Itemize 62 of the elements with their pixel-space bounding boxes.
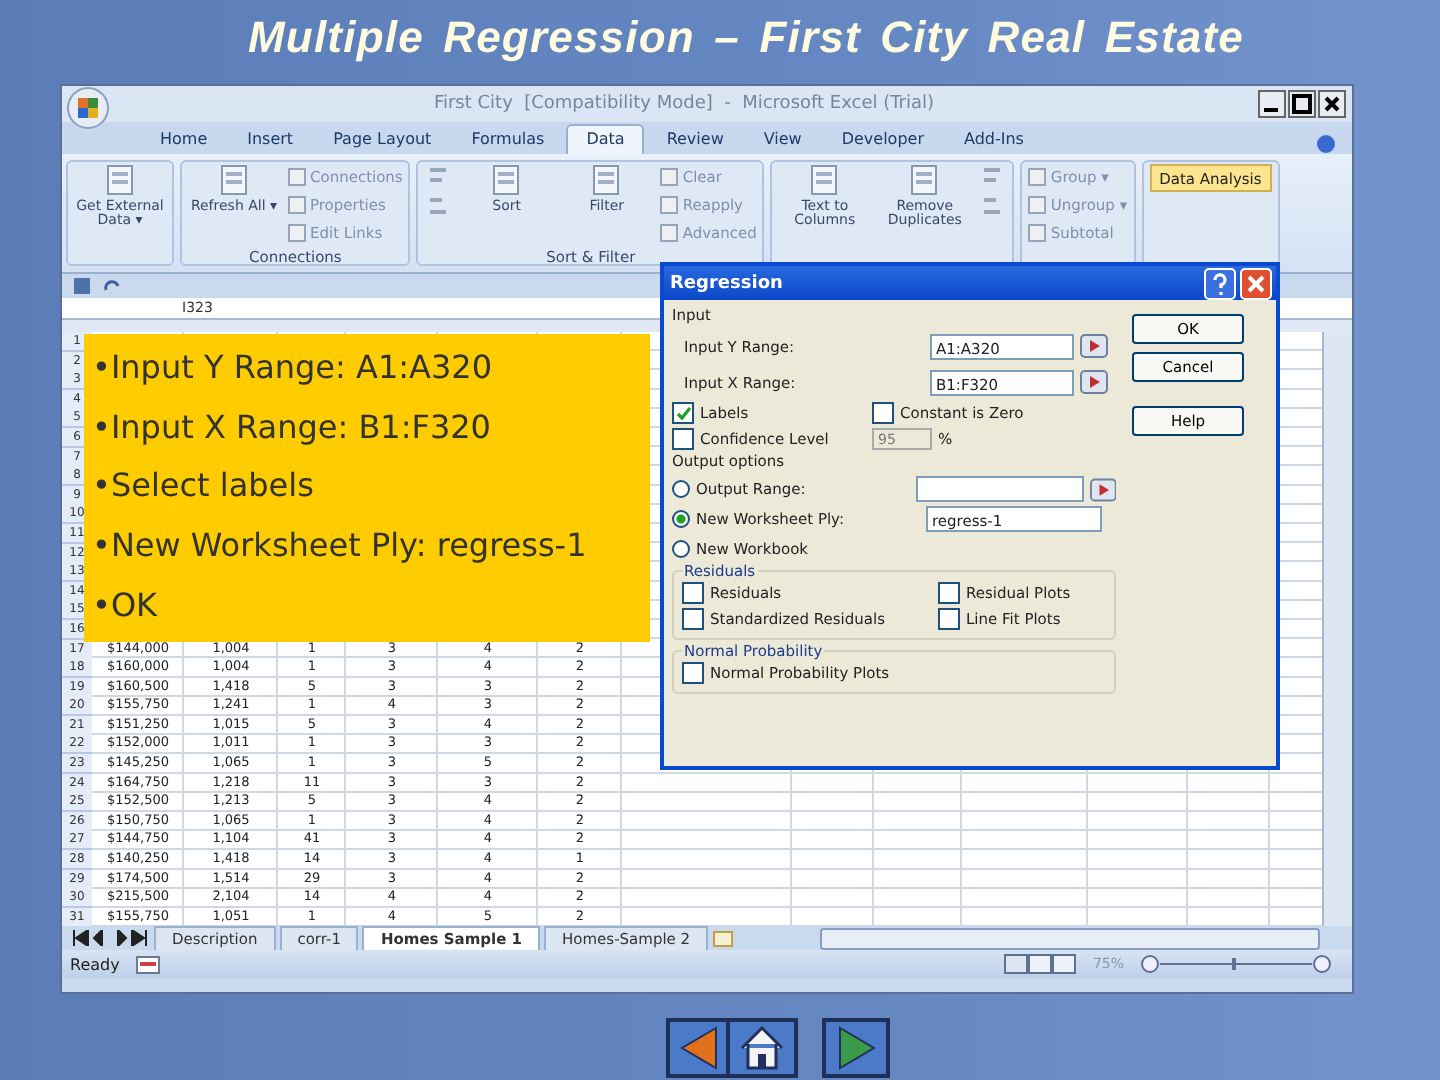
note-text: •OK [92,585,160,624]
zoom-slider-icon[interactable] [1140,954,1332,974]
status-text: Ready [70,955,120,973]
maximize-icon[interactable] [1288,90,1316,118]
checkbox[interactable] [682,662,704,684]
checkbox[interactable] [938,608,960,630]
undo-icon[interactable] [102,278,122,294]
confidence-checkbox[interactable] [672,428,694,450]
square-icon [288,168,306,186]
labels-checkbox[interactable] [672,402,694,424]
document-icon [218,164,250,196]
ribbon-tab[interactable]: Page Layout [315,126,450,154]
output-field[interactable] [915,476,1084,502]
horizontal-scrollbar[interactable] [820,927,1320,949]
ribbon-tab[interactable]: Add-Ins [946,126,1042,154]
home-button-icon[interactable] [726,1018,798,1078]
document-icon [908,164,941,196]
square-icon [288,224,306,242]
minimize-icon[interactable] [1258,90,1286,118]
help-icon[interactable] [1204,267,1236,299]
checkbox[interactable] [682,608,704,630]
checkbox[interactable] [938,582,960,604]
sheet-nav-icon[interactable] [70,930,150,946]
square-icon [660,224,679,242]
macro-icon[interactable] [135,955,160,973]
close-icon[interactable] [1318,90,1346,118]
square-icon [288,196,306,214]
ribbon-tab[interactable]: Home [142,126,226,154]
ribbon-tab[interactable]: Review [648,126,742,154]
constant-checkbox[interactable] [872,402,894,424]
radio-button[interactable] [672,480,690,498]
dialog-title: Regression [670,273,783,293]
window-title: First City [Compatibility Mode] - Microsoft Excel (Trial) [431,94,937,114]
square-icon [660,196,679,214]
document-icon [808,164,841,196]
ribbon-tab[interactable]: Developer [823,126,942,154]
note-text: •Input X Range: B1:F320 [92,407,493,446]
note-text: •Input Y Range: A1:A320 [92,348,494,387]
square-icon [1028,224,1047,242]
square-icon [660,168,679,186]
range-picker-icon[interactable] [1089,477,1116,501]
square-icon [1028,196,1047,214]
ribbon-tab[interactable]: Formulas [453,126,563,154]
range-picker-icon[interactable] [1080,334,1108,358]
forward-button-icon[interactable] [822,1018,890,1078]
vertical-scrollbar[interactable] [1322,332,1352,926]
note-text: •New Worksheet Ply: regress-1 [92,526,589,565]
view-buttons-icon[interactable] [1004,954,1077,974]
note-text: •Select labels [92,466,316,505]
ribbon-tab[interactable]: Insert [229,126,312,154]
help-icon[interactable] [1316,134,1336,154]
ribbon-tab[interactable]: Data [566,124,645,154]
document-icon [490,164,523,196]
document-icon [590,164,623,196]
radio-button[interactable] [672,540,690,558]
range-picker-icon[interactable] [1080,370,1108,394]
square-icon [1028,168,1047,186]
slide-title: Multiple Regression – First City Real Estate [248,12,1244,64]
checkbox[interactable] [682,582,704,604]
radio-button[interactable] [672,510,690,528]
ribbon-tab[interactable]: View [745,126,820,154]
document-icon [104,164,136,196]
